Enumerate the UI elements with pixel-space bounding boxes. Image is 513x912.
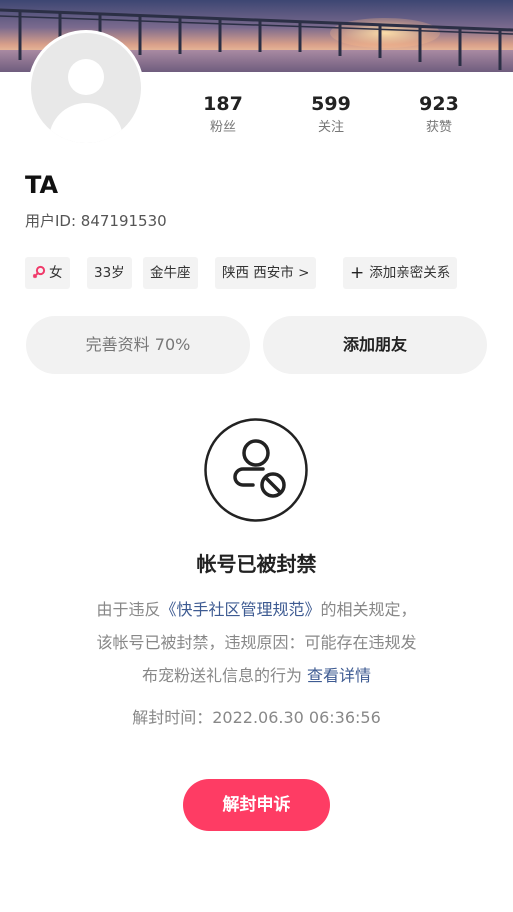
profile-name: TA bbox=[25, 171, 59, 199]
avatar-head-shape bbox=[68, 59, 104, 95]
stat-likes-value: 923 bbox=[419, 93, 459, 115]
avatar-body-shape bbox=[49, 103, 123, 143]
plus-icon: + bbox=[350, 263, 365, 283]
tag-location[interactable]: 陕西 西安市 > bbox=[215, 257, 317, 289]
user-id: 用户ID: 847191530 bbox=[25, 212, 167, 230]
add-relation-label: 添加亲密关系 bbox=[369, 265, 451, 281]
tag-zodiac: 金牛座 bbox=[143, 257, 198, 289]
stat-following-label: 关注 bbox=[317, 120, 344, 135]
ban-title: 帐号已被封禁 bbox=[196, 552, 317, 576]
stat-fans-label: 粉丝 bbox=[209, 120, 236, 135]
stat-following-value: 599 bbox=[311, 93, 351, 115]
appeal-button[interactable]: 解封申诉 bbox=[183, 779, 330, 831]
unban-time: 解封时间：2022.06.30 06:36:56 bbox=[132, 708, 381, 727]
complete-profile-button[interactable]: 完善资料 70% bbox=[26, 316, 250, 374]
ban-reason-text: 布宠粉送礼信息的行为 bbox=[141, 666, 302, 685]
stat-following[interactable]: 599 关注 bbox=[286, 92, 376, 137]
stat-likes-label: 获赞 bbox=[425, 120, 452, 135]
ban-description-line-1: 由于违反《快手社区管理规范》的相关规定， bbox=[0, 598, 513, 622]
tag-age: 33岁 bbox=[87, 257, 132, 289]
view-details-link[interactable]: 查看详情 bbox=[307, 666, 371, 685]
account-banned-icon bbox=[204, 418, 308, 522]
add-relation-button[interactable]: + 添加亲密关系 bbox=[343, 257, 458, 289]
ban-desc-suffix: 的相关规定， bbox=[320, 600, 417, 619]
stat-fans-value: 187 bbox=[203, 93, 243, 115]
ban-description-line-2: 该帐号已被封禁，违规原因：可能存在违规发 bbox=[96, 633, 417, 652]
female-icon bbox=[32, 265, 46, 279]
community-rules-link[interactable]: 《快手社区管理规范》 bbox=[160, 600, 320, 619]
avatar[interactable] bbox=[28, 30, 144, 146]
ban-description-line-3: 布宠粉送礼信息的行为 查看详情 bbox=[0, 664, 513, 688]
ban-desc-prefix: 由于违反 bbox=[96, 600, 161, 619]
stat-likes[interactable]: 923 获赞 bbox=[394, 92, 484, 137]
tag-gender-label: 女 bbox=[49, 265, 63, 281]
stat-fans[interactable]: 187 粉丝 bbox=[178, 92, 268, 137]
tag-gender: 女 bbox=[25, 257, 70, 289]
add-friend-button[interactable]: 添加朋友 bbox=[263, 316, 487, 374]
